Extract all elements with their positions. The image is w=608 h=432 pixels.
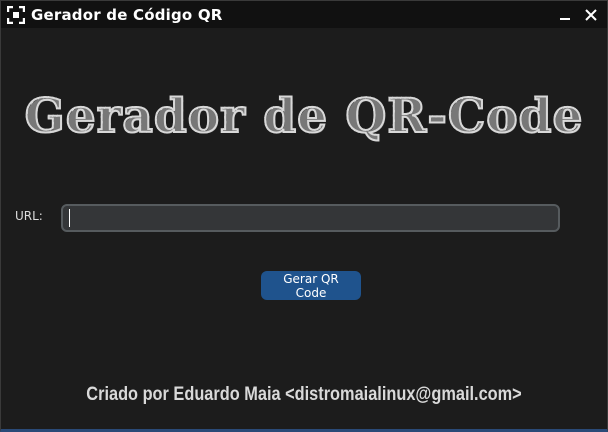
generate-qr-button[interactable]: Gerar QR Code: [261, 271, 361, 300]
banner: Gerador de QR-Code: [1, 85, 607, 149]
credit-text: Criado por Eduardo Maia <distromaialinux…: [86, 384, 522, 405]
window-title: Gerador de Código QR: [31, 5, 223, 24]
banner-title: Gerador de QR-Code: [24, 88, 584, 145]
qr-frame-icon: [7, 5, 25, 24]
text-caret: [69, 209, 70, 227]
title-bar[interactable]: Gerador de Código QR: [1, 1, 607, 28]
close-icon[interactable]: [581, 5, 601, 25]
url-input[interactable]: [61, 204, 560, 232]
url-label: URL:: [15, 209, 43, 223]
app-window: Gerador de Código QR Gerador de QR-Code …: [0, 0, 608, 432]
minimize-icon[interactable]: [555, 5, 575, 25]
